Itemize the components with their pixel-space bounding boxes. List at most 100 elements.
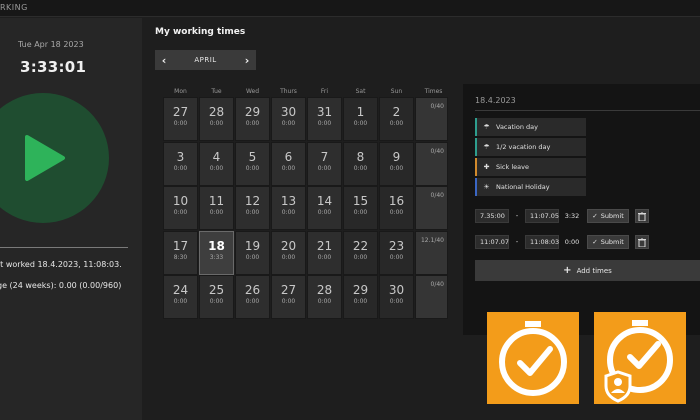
bandage-icon: ✚ [483,163,490,171]
day-number: 8 [356,149,365,164]
day-hours: 0:00 [173,298,188,305]
absence-option[interactable]: ✚ Sick leave [475,158,586,176]
next-month-button[interactable]: › [238,54,256,67]
end-time-field[interactable]: 11:08:03 [525,235,559,249]
absence-option[interactable]: ☂ 1/2 vacation day [475,138,586,156]
month-navigator: ‹ APRIL › [155,50,256,70]
calendar-day-cell[interactable]: 26 0:00 [235,275,270,319]
calendar-day-cell[interactable]: 1 0:00 [343,97,378,141]
last-worked-text: st worked 18.4.2023, 11:08:03. [0,260,122,269]
calendar-day-cell[interactable]: 30 0:00 [271,97,306,141]
color-bar [475,118,477,136]
calendar-day-cell[interactable]: 8 0:00 [343,141,378,186]
day-hours: 0:00 [389,253,404,261]
day-hours: 0:00 [173,209,188,216]
prev-month-button[interactable]: ‹ [155,54,173,67]
calendar-day-cell[interactable]: 24 0:00 [163,275,198,319]
day-number: 20 [280,238,297,253]
day-hours: 0:00 [209,120,224,127]
submit-button[interactable]: ✓ Submit [587,209,629,223]
day-hours: 0:00 [317,253,332,261]
add-times-label: Add times [576,266,612,275]
calendar-day-cell[interactable]: 13 0:00 [271,186,306,230]
day-hours: 0:00 [353,298,368,305]
add-times-button[interactable]: + Add times [475,260,700,281]
calendar-day-cell[interactable]: 4 0:00 [199,141,234,186]
day-hours: 0:00 [209,164,224,172]
day-hours: 0:00 [245,209,260,216]
day-hours: 0:00 [353,120,368,127]
day-hours: 0:00 [281,298,296,305]
calendar-header: Tue [211,88,222,95]
calendar-day-cell[interactable]: 15 0:00 [343,186,378,230]
submit-button[interactable]: ✓ Submit [587,235,629,249]
color-bar [475,138,477,156]
calendar-day-cell[interactable]: 20 0:00 [271,230,306,275]
day-number: 6 [284,149,293,164]
day-number: 9 [392,149,401,164]
day-number: 30 [388,283,405,297]
calendar-day-cell[interactable]: 5 0:00 [235,141,270,186]
calendar-day-cell[interactable]: 10 0:00 [163,186,198,230]
calendar-day-cell[interactable]: 30 0:00 [379,275,414,319]
delete-entry-button[interactable] [635,235,649,249]
month-label: APRIL [194,56,217,64]
calendar-day-cell[interactable]: 9 0:00 [379,141,414,186]
day-hours: 0:00 [209,209,224,216]
clock-user-shield-icon [604,320,673,403]
calendar-day-cell[interactable]: 19 0:00 [235,230,270,275]
umbrella-icon: ☂ [483,143,490,151]
day-number: 26 [244,283,261,297]
calendar-day-cell[interactable]: 2 0:00 [379,97,414,141]
calendar-day-cell[interactable]: 12 0:00 [235,186,270,230]
calendar-day-cell[interactable]: 16 0:00 [379,186,414,230]
calendar-day-cell[interactable]: 29 0:00 [235,97,270,141]
day-number: 29 [244,105,261,119]
day-hours: 0:00 [353,164,368,172]
day-number: 24 [172,283,189,297]
check-icon: ✓ [592,238,598,246]
calendar-day-cell[interactable]: 31 0:00 [307,97,342,141]
timetracker-admin-icon[interactable] [594,312,686,404]
calendar-day-cell[interactable]: 25 0:00 [199,275,234,319]
end-time-field[interactable]: 11:07.05 [525,209,559,223]
start-timer-button[interactable] [0,93,109,223]
calendar-day-cell[interactable]: 11 0:00 [199,186,234,230]
calendar-day-cell[interactable]: 21 0:00 [307,230,342,275]
current-date: Tue Apr 18 2023 [18,40,84,49]
time-entry-row: 7.35:00-11:07.05 3:32 ✓ Submit [475,208,649,224]
calendar-day-cell[interactable]: 22 0:00 [343,230,378,275]
absence-option[interactable]: ☂ Vacation day [475,118,586,136]
duration-value: 3:32 [564,212,580,220]
calendar-day-cell[interactable]: 18 3:33 [199,230,234,275]
day-hours: 0:00 [281,164,296,172]
week-times: 0/40 [415,275,448,319]
calendar-header: Wed [245,88,260,95]
delete-entry-button[interactable] [635,209,649,223]
calendar-day-cell[interactable]: 28 0:00 [199,97,234,141]
absence-label: 1/2 vacation day [496,143,551,151]
day-hours: 0:00 [353,209,368,216]
start-time-field[interactable]: 11:07.07 [475,235,509,249]
calendar-day-cell[interactable]: 17 8:30 [163,230,198,275]
calendar-day-cell[interactable]: 14 0:00 [307,186,342,230]
trash-icon [638,211,646,221]
calendar-day-cell[interactable]: 28 0:00 [307,275,342,319]
calendar-day-cell[interactable]: 29 0:00 [343,275,378,319]
timetracker-app-icon[interactable] [487,312,579,404]
calendar-day-cell[interactable]: 6 0:00 [271,141,306,186]
time-entry-row: 11:07.07-11:08:03 0:00 ✓ Submit [475,234,649,250]
calendar-day-cell[interactable]: 7 0:00 [307,141,342,186]
check-icon: ✓ [592,212,598,220]
calendar-day-cell[interactable]: 23 0:00 [379,230,414,275]
calendar-day-cell[interactable]: 27 0:00 [271,275,306,319]
start-time-field[interactable]: 7.35:00 [475,209,509,223]
divider [475,110,700,111]
color-bar [475,178,477,196]
day-hours: 0:00 [353,253,368,261]
day-hours: 0:00 [173,164,188,172]
calendar-day-cell[interactable]: 27 0:00 [163,97,198,141]
absence-option[interactable]: ☀ National Holiday [475,178,586,196]
color-bar [475,158,477,176]
calendar-day-cell[interactable]: 3 0:00 [163,141,198,186]
